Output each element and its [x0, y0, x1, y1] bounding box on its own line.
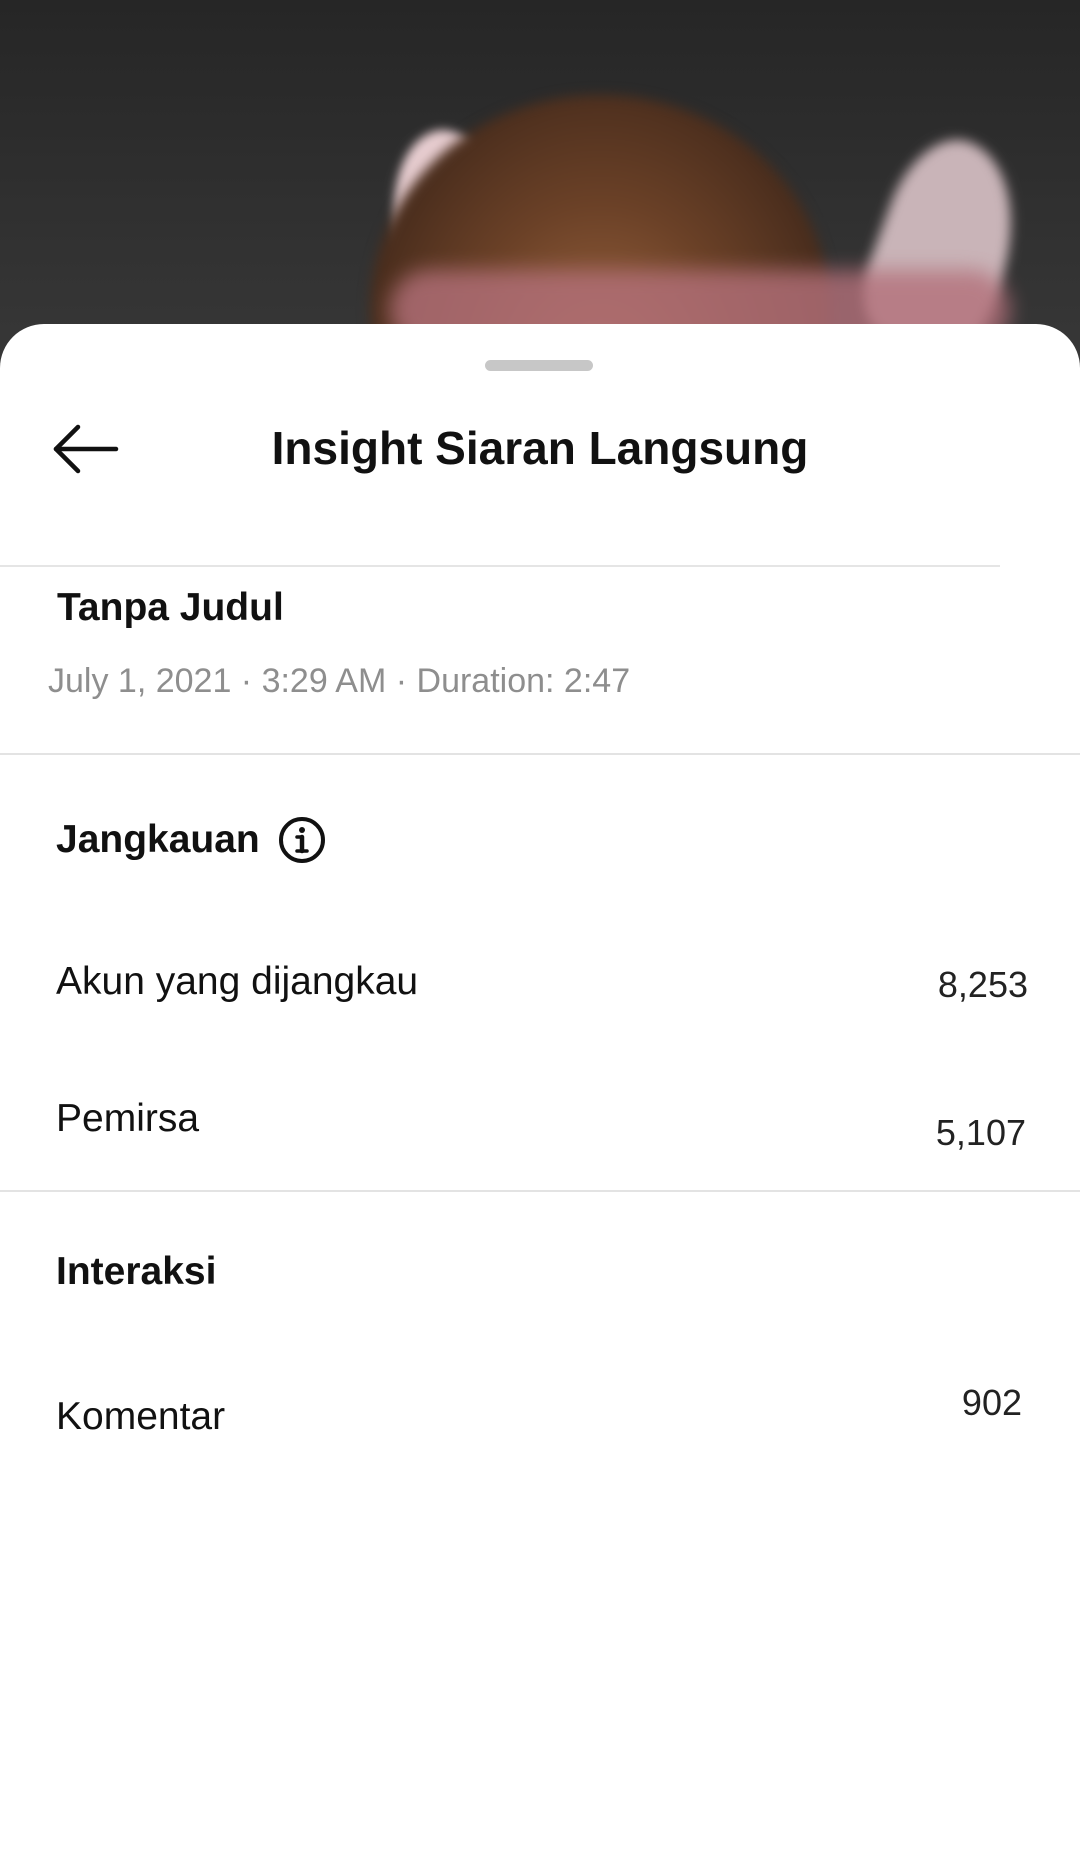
stat-label: Akun yang dijangkau: [56, 960, 419, 1003]
sheet-drag-handle[interactable]: [485, 360, 593, 371]
stat-label: Komentar: [56, 1395, 226, 1438]
stat-label: Pemirsa: [56, 1097, 200, 1140]
reach-section-heading: Jangkauan: [56, 814, 328, 866]
page-title: Insight Siaran Langsung: [271, 422, 809, 474]
broadcast-title: Tanpa Judul: [57, 586, 284, 629]
broadcast-meta: July 1, 2021 · 3:29 AM · Duration: 2:47: [48, 662, 631, 700]
info-circle-icon[interactable]: [276, 814, 328, 866]
interactions-section-heading: Interaksi: [56, 1250, 217, 1293]
section-divider: [0, 753, 1080, 755]
sheet-header: Insight Siaran Langsung: [0, 384, 1080, 567]
stat-value: 5,107: [935, 1112, 1026, 1153]
reach-heading-label: Jangkauan: [56, 818, 260, 861]
header-divider: [0, 565, 1000, 567]
stat-value: 902: [961, 1382, 1022, 1423]
stat-value: 8,253: [937, 964, 1028, 1005]
section-divider: [0, 1190, 1080, 1192]
live-insights-sheet: Insight Siaran Langsung Tanpa Judul July…: [0, 324, 1080, 1861]
